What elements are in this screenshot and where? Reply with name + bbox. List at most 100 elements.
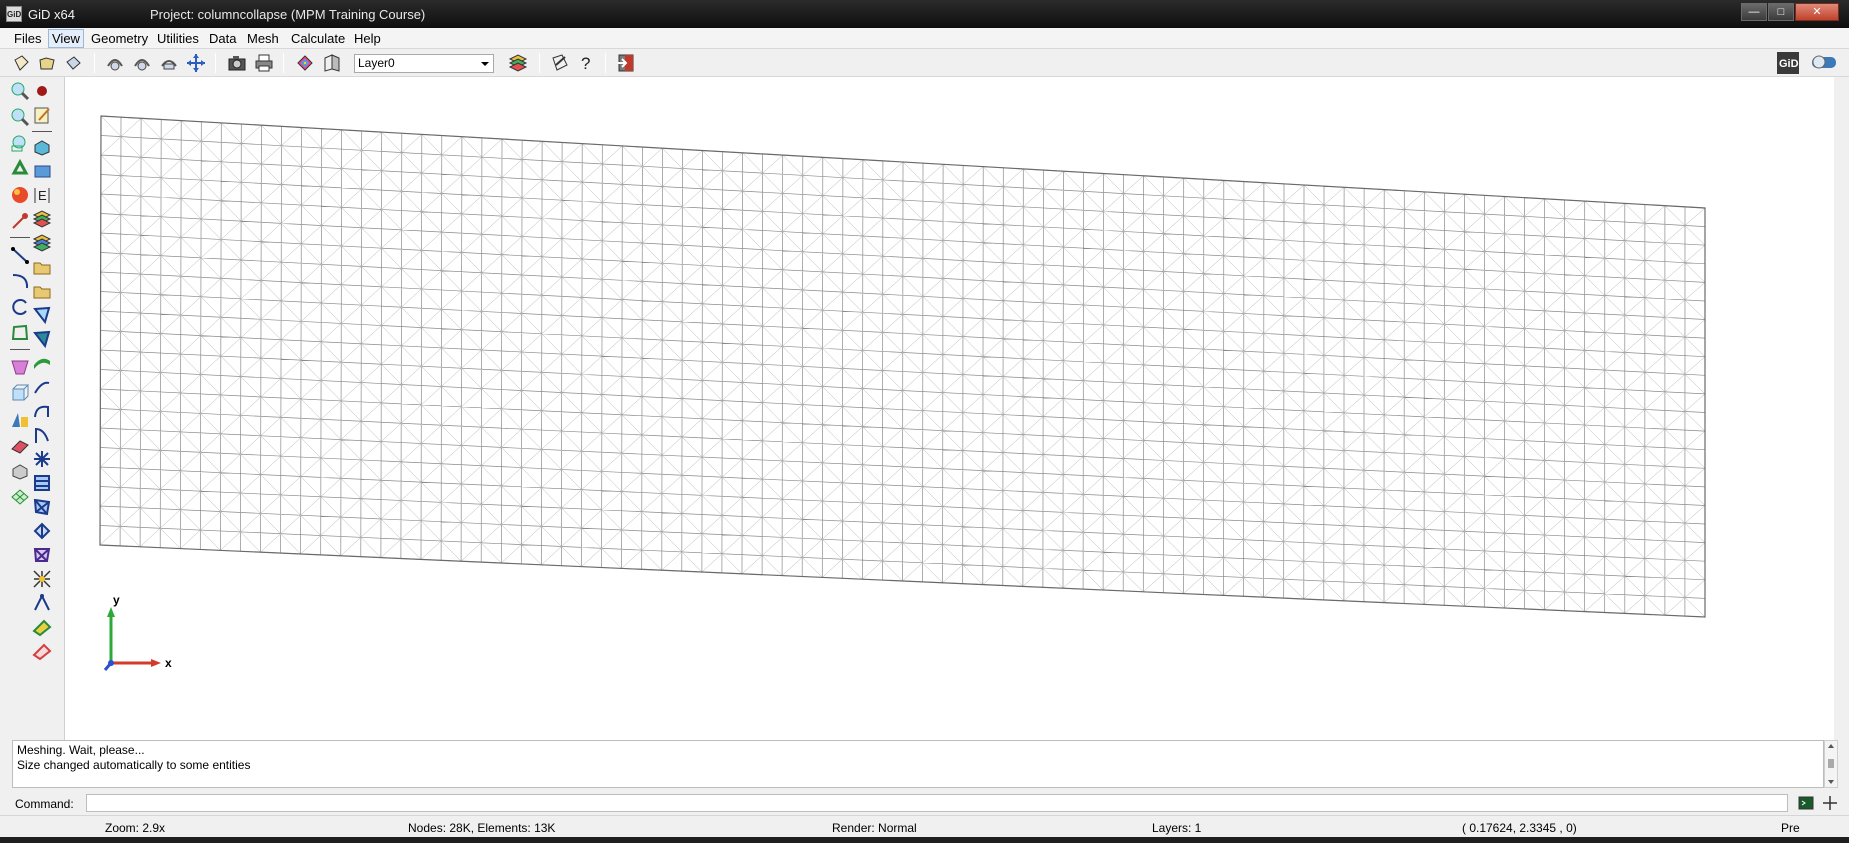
status-layers: Layers: 1: [1152, 821, 1202, 835]
assign-points-button[interactable]: [30, 447, 54, 471]
create-volume-button[interactable]: [8, 381, 32, 405]
zoom-in-button[interactable]: [8, 79, 32, 103]
open-folder-button[interactable]: [30, 255, 54, 279]
pan-button[interactable]: [185, 52, 207, 74]
assign-surface-filled-button[interactable]: [30, 327, 54, 351]
command-input[interactable]: [86, 794, 1788, 812]
create-polyline-button[interactable]: [8, 321, 32, 345]
render-mode-button[interactable]: [8, 183, 32, 207]
notes-button[interactable]: [30, 103, 54, 127]
mesh-criteria-button[interactable]: [30, 519, 54, 543]
create-circle-button[interactable]: [8, 295, 32, 319]
x-axis-label: x: [165, 656, 172, 670]
rotate-trackball-button[interactable]: [104, 52, 126, 74]
surface-filled-icon: [33, 330, 51, 349]
assign-shell-button[interactable]: [30, 351, 54, 375]
create-line-button[interactable]: [8, 243, 32, 267]
assign-surface-button[interactable]: [30, 303, 54, 327]
close-button[interactable]: ✕: [1795, 3, 1839, 21]
rotate-screen-axes-button[interactable]: [131, 52, 153, 74]
line-assign-icon: [34, 381, 50, 394]
clip-planes-button[interactable]: [321, 52, 343, 74]
mesh-boundary-button[interactable]: [30, 591, 54, 615]
print-button[interactable]: [253, 52, 275, 74]
entity-list-button[interactable]: E: [30, 183, 54, 207]
delete-button[interactable]: [8, 433, 32, 457]
screenshot-button[interactable]: [226, 52, 248, 74]
help-button[interactable]: ?: [575, 52, 597, 74]
question-mark-icon: ?: [581, 54, 590, 73]
unstructured-mesh-button[interactable]: [30, 495, 54, 519]
menu-geometry[interactable]: Geometry: [91, 31, 148, 46]
layers-window-button[interactable]: [507, 52, 529, 74]
mesh-view-button[interactable]: [8, 485, 32, 509]
assign-curve-button[interactable]: [30, 399, 54, 423]
open-folder-icon: [39, 57, 55, 70]
points-star-icon: [34, 451, 50, 467]
command-label: Command:: [15, 797, 74, 811]
title-bar[interactable]: GiD GiD x64 Project: columncollapse (MPM…: [0, 0, 1849, 28]
mesh-generate-button[interactable]: [8, 459, 32, 483]
maximize-button[interactable]: □: [1768, 3, 1794, 21]
redraw-button[interactable]: [8, 157, 32, 181]
message-scrollbar[interactable]: [1824, 740, 1838, 788]
window-bottom-edge: [0, 837, 1849, 843]
new-file-button[interactable]: [10, 52, 32, 74]
menu-data[interactable]: Data: [209, 31, 236, 46]
menu-mesh[interactable]: Mesh: [247, 31, 279, 46]
eraser-block-icon: [34, 140, 50, 156]
selection-box-icon: [34, 165, 51, 178]
close-icon: ✕: [1812, 6, 1822, 18]
erase-entities-button[interactable]: [30, 135, 54, 159]
crosshair-button[interactable]: [1822, 795, 1838, 811]
mesh-draw-button[interactable]: [30, 615, 54, 639]
record-button[interactable]: [30, 79, 54, 103]
save-folder-button[interactable]: [30, 279, 54, 303]
assign-line-button[interactable]: [30, 375, 54, 399]
zoom-out-button[interactable]: [8, 105, 32, 129]
exit-button[interactable]: [615, 52, 637, 74]
select-window-button[interactable]: [30, 159, 54, 183]
mesh-refine-button[interactable]: [30, 567, 54, 591]
circle-curve-icon: [12, 299, 27, 315]
graphics-viewport[interactable]: y x: [64, 77, 1834, 740]
save-file-button[interactable]: [62, 52, 84, 74]
menu-view[interactable]: View: [48, 29, 84, 48]
mesh-quality-icon: [33, 548, 51, 562]
gid-app-icon[interactable]: GiD: [6, 6, 22, 22]
assign-nurbs-button[interactable]: [30, 423, 54, 447]
toggle-switch-button[interactable]: [1810, 52, 1838, 74]
mesh-boundary-icon: [34, 593, 50, 611]
terminal-button[interactable]: [1798, 795, 1814, 811]
gid-logo-button[interactable]: GiD: [1776, 52, 1800, 74]
zoom-frame-button[interactable]: [8, 131, 32, 155]
message-line: Size changed automatically to some entit…: [17, 758, 251, 772]
exit-door-icon: [618, 54, 634, 72]
layers-button[interactable]: [30, 207, 54, 231]
mesh-gear-icon: [12, 464, 28, 480]
data-conditions-button[interactable]: [549, 52, 571, 74]
create-point-button[interactable]: [8, 209, 32, 233]
open-file-button[interactable]: [36, 52, 58, 74]
mesh-view[interactable]: y x: [65, 77, 1835, 740]
menu-calculate[interactable]: Calculate: [291, 31, 345, 46]
mesh-erase-button[interactable]: [30, 639, 54, 663]
create-arc-button[interactable]: [8, 269, 32, 293]
shell-icon: [34, 358, 50, 369]
create-surface-button[interactable]: [8, 355, 32, 379]
left-toolbars: E: [0, 77, 64, 740]
minimize-button[interactable]: —: [1741, 3, 1767, 21]
mesh-quality-button[interactable]: [30, 543, 54, 567]
rotate-screen-icon: [134, 59, 150, 71]
geometry-objects-button[interactable]: [8, 407, 32, 431]
layer-dropdown-value: Layer0: [358, 56, 395, 70]
structured-mesh-button[interactable]: [30, 471, 54, 495]
menu-utilities[interactable]: Utilities: [157, 31, 199, 46]
layer-dropdown[interactable]: Layer0: [354, 54, 494, 73]
render-button[interactable]: [294, 52, 316, 74]
menu-help[interactable]: Help: [354, 31, 381, 46]
rotate-object-axes-button[interactable]: [158, 52, 180, 74]
x-axis-arrowhead: [151, 659, 161, 667]
menu-files[interactable]: Files: [14, 31, 41, 46]
groups-button[interactable]: [30, 231, 54, 255]
